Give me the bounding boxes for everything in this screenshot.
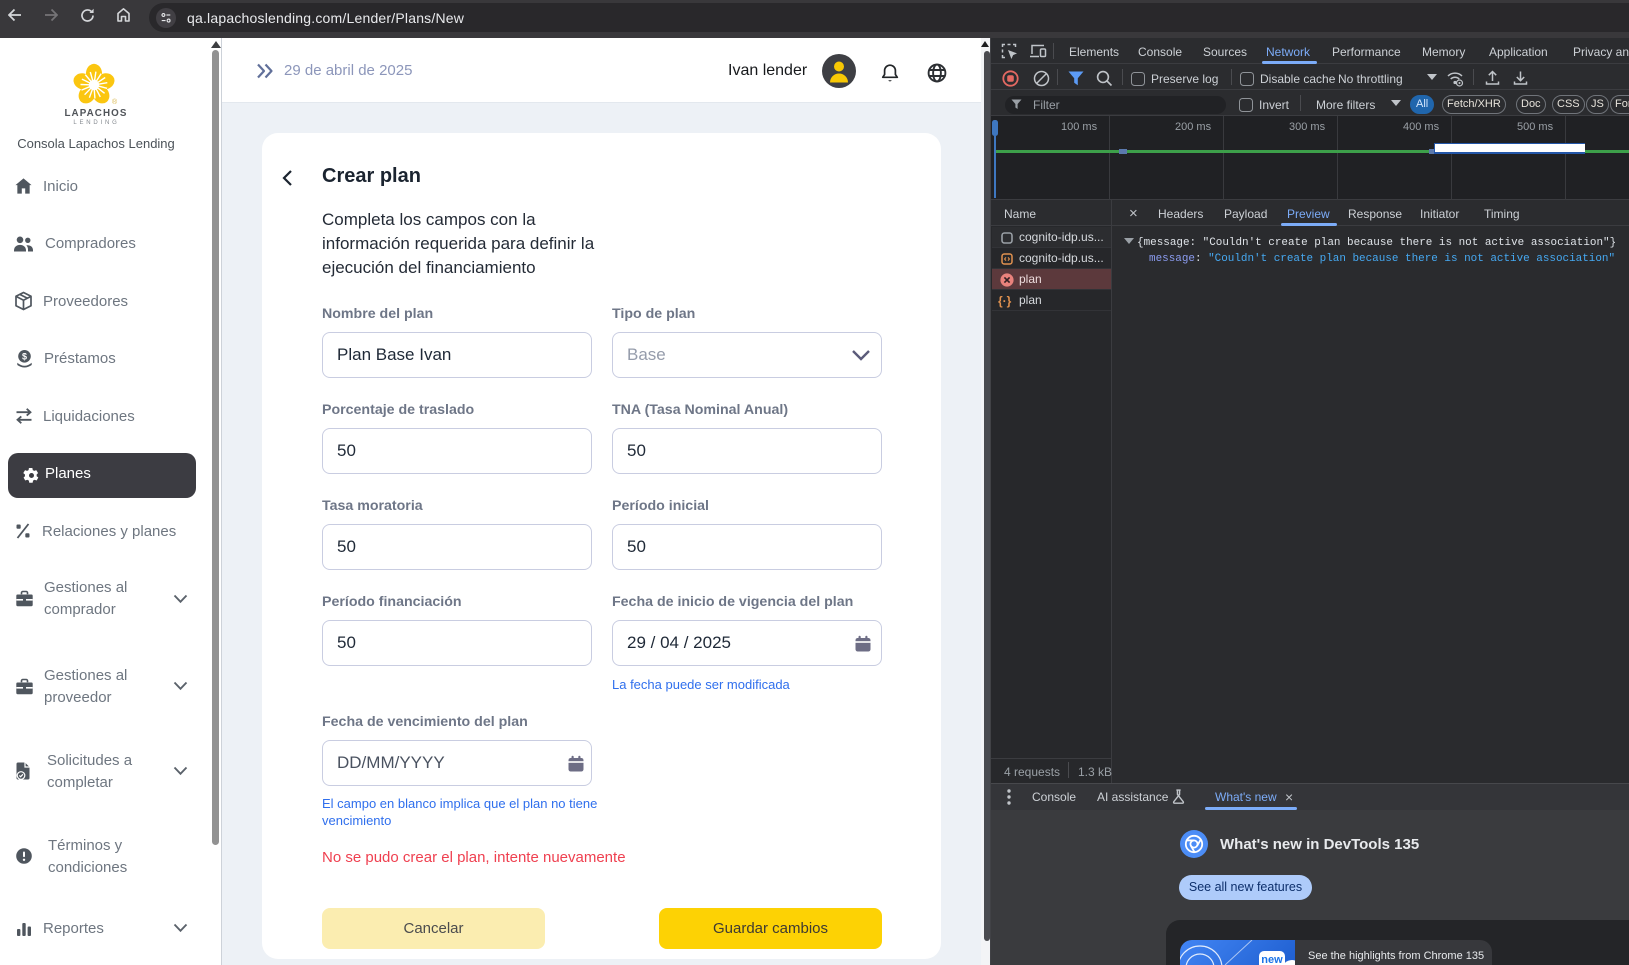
svg-text:$: $ bbox=[22, 351, 27, 361]
